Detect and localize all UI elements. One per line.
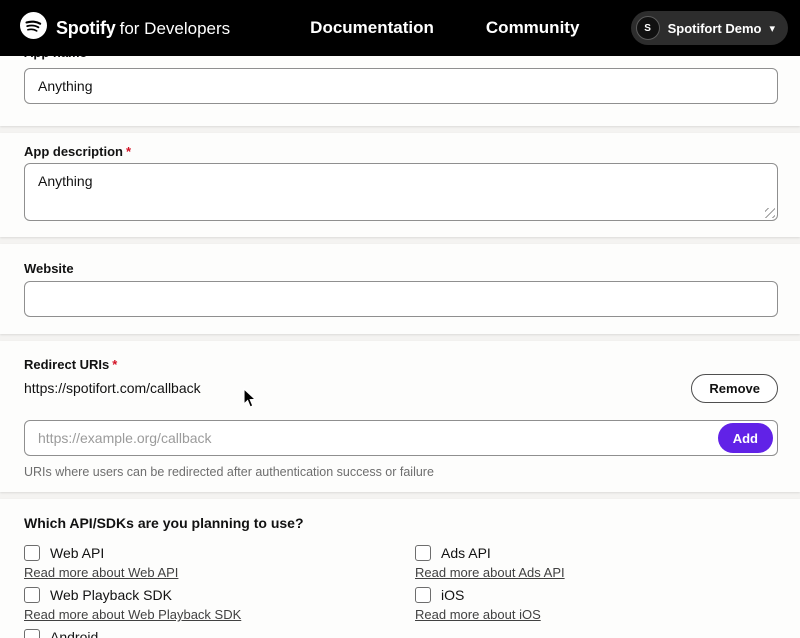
required-asterisk: * xyxy=(90,56,95,60)
redirect-uri-row: https://spotifort.com/callback Remove xyxy=(24,373,778,403)
checkbox-row-ios[interactable]: iOS xyxy=(415,586,800,604)
chevron-down-icon: ▾ xyxy=(769,22,775,35)
app-name-section: App name * xyxy=(0,56,800,126)
spotify-developers-logo[interactable]: Spotifyfor Developers xyxy=(20,12,230,44)
checkbox-web-api[interactable] xyxy=(24,545,40,561)
remove-uri-button[interactable]: Remove xyxy=(691,374,778,403)
checkbox-web-playback-sdk[interactable] xyxy=(24,587,40,603)
nav-documentation[interactable]: Documentation xyxy=(310,18,434,38)
app-description-label: App description xyxy=(24,144,123,159)
checkbox-label: Ads API xyxy=(441,545,491,561)
spotify-logo-icon xyxy=(20,12,47,44)
read-more-web-api-link[interactable]: Read more about Web API xyxy=(24,565,178,580)
redirect-uris-label: Redirect URIs xyxy=(24,357,109,372)
add-uri-button[interactable]: Add xyxy=(718,423,773,453)
app-name-input[interactable] xyxy=(24,68,778,104)
read-more-ios-link[interactable]: Read more about iOS xyxy=(415,607,541,622)
checkbox-row-web-playback-sdk[interactable]: Web Playback SDK xyxy=(24,586,415,604)
redirect-uris-section: Redirect URIs * https://spotifort.com/ca… xyxy=(0,341,800,492)
checkbox-label: iOS xyxy=(441,587,464,603)
checkbox-row-android[interactable]: Android xyxy=(24,628,415,638)
redirect-uri-value: https://spotifort.com/callback xyxy=(24,380,201,396)
required-asterisk: * xyxy=(112,357,117,372)
app-name-label: App name xyxy=(24,56,87,60)
new-redirect-uri-input[interactable] xyxy=(24,420,778,456)
checkbox-label: Web API xyxy=(50,545,104,561)
website-label: Website xyxy=(24,261,74,276)
avatar: S xyxy=(636,16,660,40)
required-asterisk: * xyxy=(126,144,131,159)
checkbox-label: Web Playback SDK xyxy=(50,587,172,603)
checkbox-row-web-api[interactable]: Web API xyxy=(24,544,415,562)
api-sdk-section: Which API/SDKs are you planning to use? … xyxy=(0,499,800,638)
checkbox-row-ads-api[interactable]: Ads API xyxy=(415,544,800,562)
api-option-ios: iOS Read more about iOS xyxy=(415,586,800,628)
account-menu-button[interactable]: S Spotifort Demo ▾ xyxy=(631,11,788,45)
checkbox-android[interactable] xyxy=(24,629,40,638)
api-options-grid: Web API Read more about Web API Ads API … xyxy=(0,531,800,638)
api-option-web-playback-sdk: Web Playback SDK Read more about Web Pla… xyxy=(24,586,415,628)
brand-suffix: for Developers xyxy=(120,19,231,38)
redirect-uris-helper-text: URIs where users can be redirected after… xyxy=(24,465,434,479)
api-sdk-question: Which API/SDKs are you planning to use? xyxy=(0,499,800,531)
checkbox-ios[interactable] xyxy=(415,587,431,603)
add-uri-row: Add xyxy=(24,420,778,456)
website-input[interactable] xyxy=(24,281,778,317)
nav-community[interactable]: Community xyxy=(486,18,580,38)
api-option-android: Android xyxy=(24,628,415,638)
api-option-ads-api: Ads API Read more about Ads API xyxy=(415,544,800,586)
app-name-label-clipped: App name * xyxy=(24,56,95,61)
account-name: Spotifort Demo xyxy=(668,21,762,36)
api-option-web-api: Web API Read more about Web API xyxy=(24,544,415,586)
app-description-section: App description * Anything xyxy=(0,133,800,237)
checkbox-ads-api[interactable] xyxy=(415,545,431,561)
app-description-textarea[interactable]: Anything xyxy=(24,163,778,221)
brand-name: Spotify xyxy=(56,18,116,38)
website-section: Website xyxy=(0,244,800,334)
header-nav: Documentation Community xyxy=(310,18,579,38)
read-more-web-playback-sdk-link[interactable]: Read more about Web Playback SDK xyxy=(24,607,241,622)
app-settings-page: Spotifyfor Developers Documentation Comm… xyxy=(0,0,800,638)
checkbox-label: Android xyxy=(50,629,98,638)
top-navigation-bar: Spotifyfor Developers Documentation Comm… xyxy=(0,0,800,56)
read-more-ads-api-link[interactable]: Read more about Ads API xyxy=(415,565,565,580)
